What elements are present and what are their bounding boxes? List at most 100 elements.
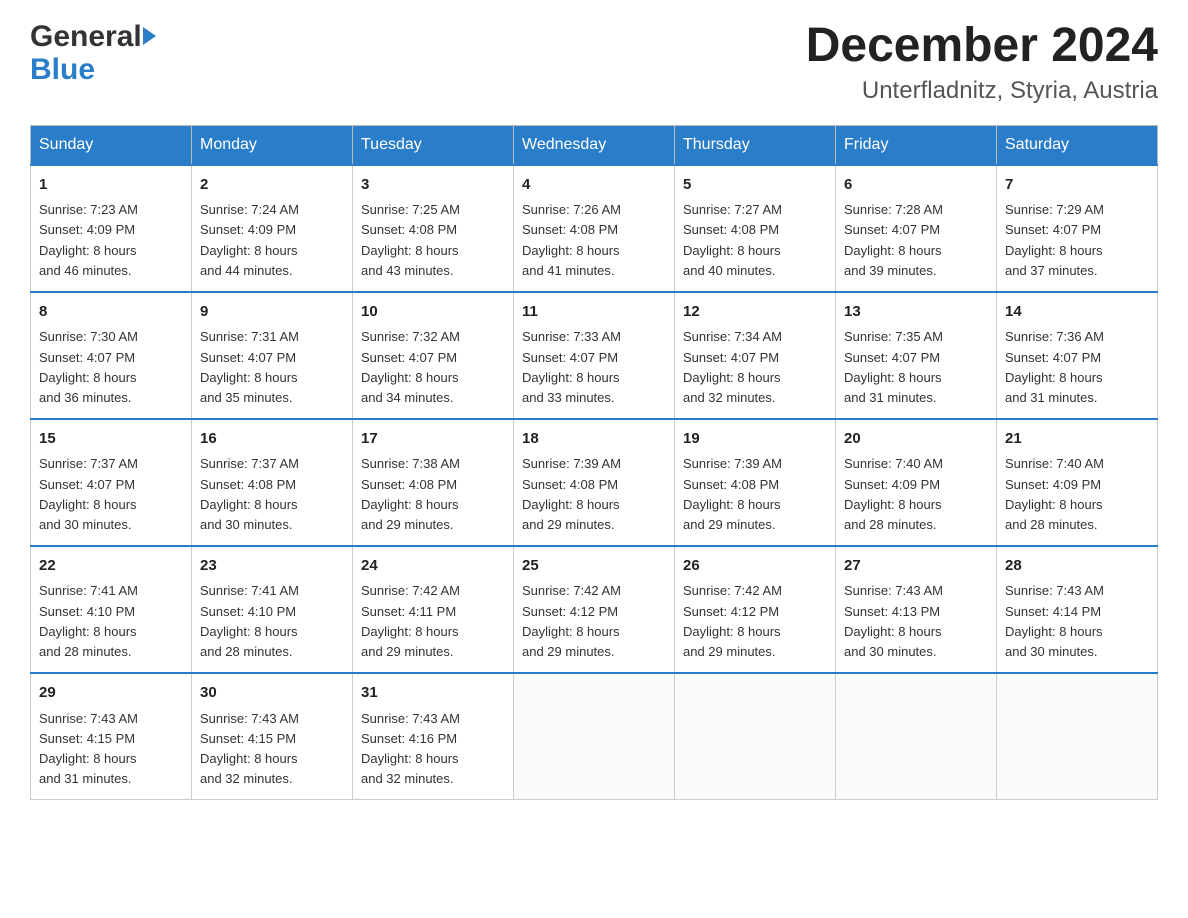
day-number: 22: [39, 555, 183, 578]
calendar-cell: 5 Sunrise: 7:27 AMSunset: 4:08 PMDaylight…: [675, 165, 836, 292]
day-number: 14: [1005, 301, 1149, 324]
day-number: 17: [361, 428, 505, 451]
calendar-cell: 21Sunrise: 7:40 AMSunset: 4:09 PMDayligh…: [997, 419, 1158, 546]
day-info: Sunrise: 7:33 AMSunset: 4:07 PMDaylight:…: [522, 327, 666, 408]
day-info: Sunrise: 7:41 AMSunset: 4:10 PMDaylight:…: [39, 581, 183, 662]
day-number: 19: [683, 428, 827, 451]
day-info: Sunrise: 7:38 AMSunset: 4:08 PMDaylight:…: [361, 454, 505, 535]
day-info: Sunrise: 7:29 AMSunset: 4:07 PMDaylight:…: [1005, 200, 1149, 281]
calendar-cell: 23 Sunrise: 7:41 AMSunset: 4:10 PMDayligh…: [192, 546, 353, 673]
day-number: 28: [1005, 555, 1149, 578]
calendar-week-row: 8 Sunrise: 7:30 AMSunset: 4:07 PMDaylight…: [31, 292, 1158, 419]
day-info: Sunrise: 7:43 AMSunset: 4:13 PMDaylight:…: [844, 581, 988, 662]
logo-blue: Blue: [30, 53, 156, 86]
day-info: Sunrise: 7:30 AMSunset: 4:07 PMDaylight:…: [39, 327, 183, 408]
calendar-cell: 4 Sunrise: 7:26 AMSunset: 4:08 PMDaylight…: [514, 165, 675, 292]
day-number: 16: [200, 428, 344, 451]
day-number: 25: [522, 555, 666, 578]
day-info: Sunrise: 7:26 AMSunset: 4:08 PMDaylight:…: [522, 200, 666, 281]
day-info: Sunrise: 7:35 AMSunset: 4:07 PMDaylight:…: [844, 327, 988, 408]
column-header-friday: Friday: [836, 125, 997, 165]
day-number: 29: [39, 682, 183, 705]
column-header-thursday: Thursday: [675, 125, 836, 165]
page-subtitle: Unterfladnitz, Styria, Austria: [806, 77, 1158, 105]
day-number: 10: [361, 301, 505, 324]
day-number: 11: [522, 301, 666, 324]
day-info: Sunrise: 7:39 AMSunset: 4:08 PMDaylight:…: [683, 454, 827, 535]
day-number: 13: [844, 301, 988, 324]
calendar-cell: [836, 673, 997, 800]
day-info: Sunrise: 7:42 AMSunset: 4:12 PMDaylight:…: [683, 581, 827, 662]
day-info: Sunrise: 7:24 AMSunset: 4:09 PMDaylight:…: [200, 200, 344, 281]
calendar-cell: 16Sunrise: 7:37 AMSunset: 4:08 PMDayligh…: [192, 419, 353, 546]
day-number: 31: [361, 682, 505, 705]
day-info: Sunrise: 7:28 AMSunset: 4:07 PMDaylight:…: [844, 200, 988, 281]
calendar-week-row: 1Sunrise: 7:23 AMSunset: 4:09 PMDaylight…: [31, 165, 1158, 292]
calendar-cell: 20Sunrise: 7:40 AMSunset: 4:09 PMDayligh…: [836, 419, 997, 546]
day-info: Sunrise: 7:43 AMSunset: 4:16 PMDaylight:…: [361, 709, 505, 790]
day-number: 9: [200, 301, 344, 324]
day-info: Sunrise: 7:42 AMSunset: 4:11 PMDaylight:…: [361, 581, 505, 662]
day-info: Sunrise: 7:25 AMSunset: 4:08 PMDaylight:…: [361, 200, 505, 281]
calendar-week-row: 15 Sunrise: 7:37 AMSunset: 4:07 PMDayligh…: [31, 419, 1158, 546]
day-number: 4: [522, 174, 666, 197]
calendar-cell: 28Sunrise: 7:43 AMSunset: 4:14 PMDayligh…: [997, 546, 1158, 673]
day-number: 6: [844, 174, 988, 197]
calendar-cell: 30 Sunrise: 7:43 AMSunset: 4:15 PMDayligh…: [192, 673, 353, 800]
day-number: 5: [683, 174, 827, 197]
title-area: December 2024 Unterfladnitz, Styria, Aus…: [806, 20, 1158, 105]
day-info: Sunrise: 7:43 AMSunset: 4:15 PMDaylight:…: [39, 709, 183, 790]
day-info: Sunrise: 7:43 AMSunset: 4:15 PMDaylight:…: [200, 709, 344, 790]
calendar-cell: 27 Sunrise: 7:43 AMSunset: 4:13 PMDayligh…: [836, 546, 997, 673]
calendar-cell: 3 Sunrise: 7:25 AMSunset: 4:08 PMDaylight…: [353, 165, 514, 292]
day-number: 23: [200, 555, 344, 578]
page-header: General Blue December 2024 Unterfladnitz…: [30, 20, 1158, 105]
day-number: 30: [200, 682, 344, 705]
day-number: 15: [39, 428, 183, 451]
calendar-header-row: SundayMondayTuesdayWednesdayThursdayFrid…: [31, 125, 1158, 165]
day-number: 27: [844, 555, 988, 578]
calendar-cell: 18 Sunrise: 7:39 AMSunset: 4:08 PMDayligh…: [514, 419, 675, 546]
day-info: Sunrise: 7:42 AMSunset: 4:12 PMDaylight:…: [522, 581, 666, 662]
calendar-cell: 12 Sunrise: 7:34 AMSunset: 4:07 PMDayligh…: [675, 292, 836, 419]
day-number: 8: [39, 301, 183, 324]
calendar-cell: 2 Sunrise: 7:24 AMSunset: 4:09 PMDaylight…: [192, 165, 353, 292]
calendar-cell: 25 Sunrise: 7:42 AMSunset: 4:12 PMDayligh…: [514, 546, 675, 673]
calendar-cell: 14 Sunrise: 7:36 AMSunset: 4:07 PMDayligh…: [997, 292, 1158, 419]
day-number: 3: [361, 174, 505, 197]
day-number: 18: [522, 428, 666, 451]
calendar-week-row: 29 Sunrise: 7:43 AMSunset: 4:15 PMDayligh…: [31, 673, 1158, 800]
day-number: 24: [361, 555, 505, 578]
calendar-cell: [675, 673, 836, 800]
calendar-cell: 7Sunrise: 7:29 AMSunset: 4:07 PMDaylight…: [997, 165, 1158, 292]
column-header-wednesday: Wednesday: [514, 125, 675, 165]
calendar-cell: 24 Sunrise: 7:42 AMSunset: 4:11 PMDayligh…: [353, 546, 514, 673]
day-number: 2: [200, 174, 344, 197]
column-header-saturday: Saturday: [997, 125, 1158, 165]
calendar-cell: 8 Sunrise: 7:30 AMSunset: 4:07 PMDaylight…: [31, 292, 192, 419]
calendar-cell: 17 Sunrise: 7:38 AMSunset: 4:08 PMDayligh…: [353, 419, 514, 546]
day-info: Sunrise: 7:40 AMSunset: 4:09 PMDaylight:…: [844, 454, 988, 535]
day-info: Sunrise: 7:37 AMSunset: 4:07 PMDaylight:…: [39, 454, 183, 535]
calendar-cell: 10Sunrise: 7:32 AMSunset: 4:07 PMDayligh…: [353, 292, 514, 419]
day-info: Sunrise: 7:41 AMSunset: 4:10 PMDaylight:…: [200, 581, 344, 662]
calendar-cell: 11 Sunrise: 7:33 AMSunset: 4:07 PMDayligh…: [514, 292, 675, 419]
calendar-cell: 15 Sunrise: 7:37 AMSunset: 4:07 PMDayligh…: [31, 419, 192, 546]
calendar-table: SundayMondayTuesdayWednesdayThursdayFrid…: [30, 125, 1158, 800]
calendar-cell: 29 Sunrise: 7:43 AMSunset: 4:15 PMDayligh…: [31, 673, 192, 800]
day-info: Sunrise: 7:31 AMSunset: 4:07 PMDaylight:…: [200, 327, 344, 408]
day-number: 26: [683, 555, 827, 578]
calendar-cell: 31 Sunrise: 7:43 AMSunset: 4:16 PMDayligh…: [353, 673, 514, 800]
column-header-tuesday: Tuesday: [353, 125, 514, 165]
calendar-cell: 22 Sunrise: 7:41 AMSunset: 4:10 PMDayligh…: [31, 546, 192, 673]
calendar-week-row: 22 Sunrise: 7:41 AMSunset: 4:10 PMDayligh…: [31, 546, 1158, 673]
column-header-monday: Monday: [192, 125, 353, 165]
calendar-cell: 6 Sunrise: 7:28 AMSunset: 4:07 PMDaylight…: [836, 165, 997, 292]
day-number: 12: [683, 301, 827, 324]
day-info: Sunrise: 7:39 AMSunset: 4:08 PMDaylight:…: [522, 454, 666, 535]
day-info: Sunrise: 7:36 AMSunset: 4:07 PMDaylight:…: [1005, 327, 1149, 408]
logo-general: General: [30, 20, 156, 53]
day-info: Sunrise: 7:34 AMSunset: 4:07 PMDaylight:…: [683, 327, 827, 408]
column-header-sunday: Sunday: [31, 125, 192, 165]
day-info: Sunrise: 7:27 AMSunset: 4:08 PMDaylight:…: [683, 200, 827, 281]
